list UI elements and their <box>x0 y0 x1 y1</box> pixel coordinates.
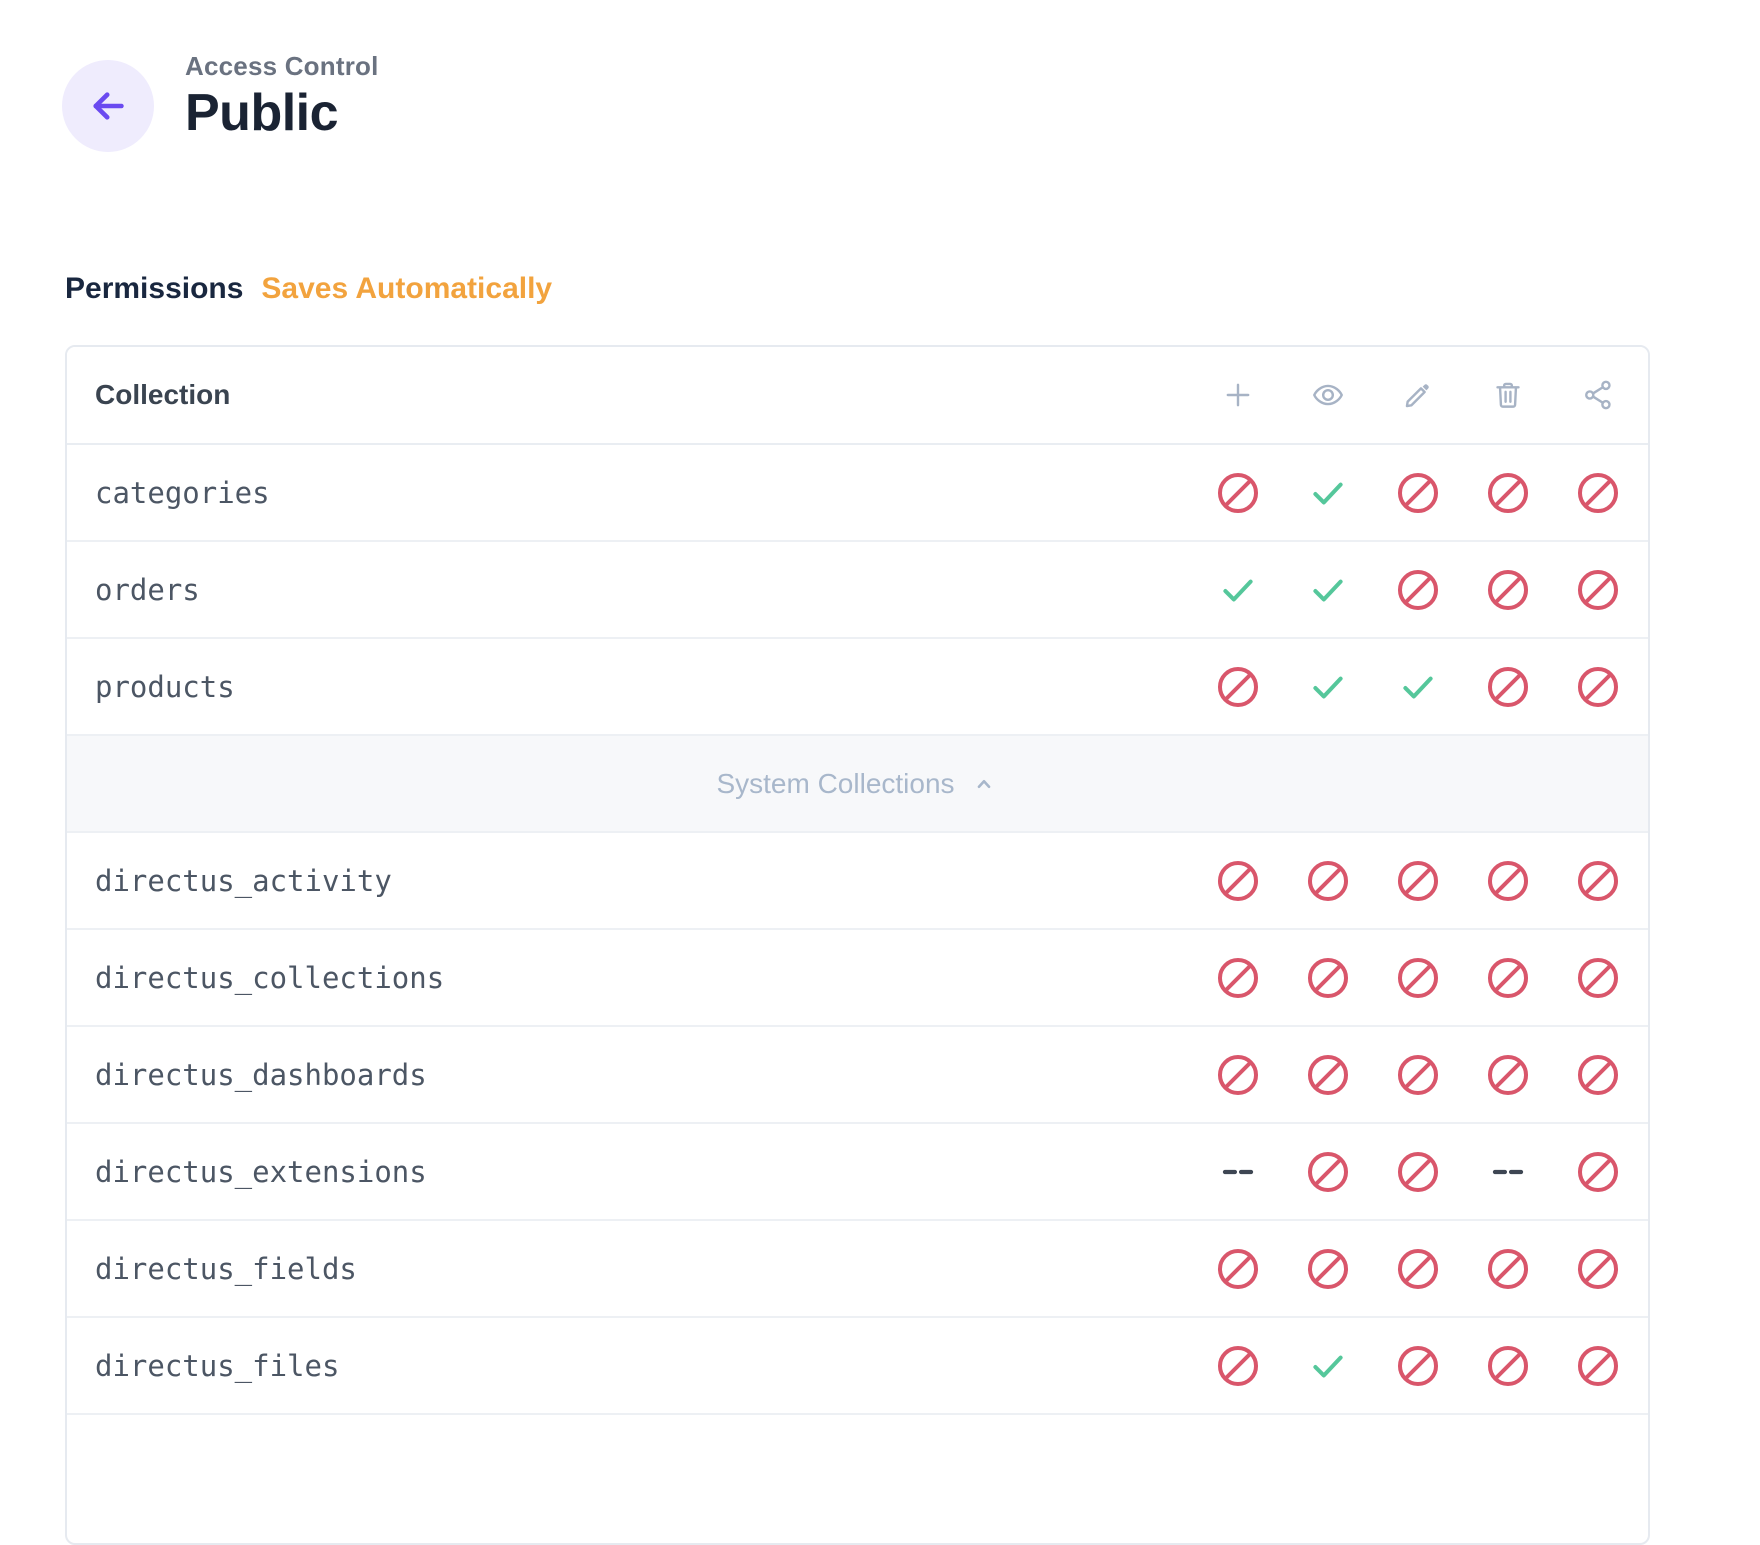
block-icon[interactable] <box>1283 1123 1373 1220</box>
perm-cells <box>1193 1317 1643 1414</box>
block-icon[interactable] <box>1553 541 1643 638</box>
eye-icon <box>1283 346 1373 444</box>
block-icon[interactable] <box>1283 1026 1373 1123</box>
block-icon[interactable] <box>1463 929 1553 1026</box>
perm-cells <box>1193 638 1643 735</box>
table-row: categories <box>67 445 1648 542</box>
collection-name: directus_dashboards <box>95 1058 1193 1092</box>
block-icon[interactable] <box>1373 1026 1463 1123</box>
block-icon[interactable] <box>1553 1123 1643 1220</box>
perm-cells <box>1193 1026 1643 1123</box>
page-header: Access Control Public <box>62 50 379 152</box>
trash-icon <box>1463 346 1553 444</box>
block-icon[interactable] <box>1553 444 1643 541</box>
permissions-table: Collection <box>65 345 1650 1545</box>
action-column-headers <box>1193 346 1643 444</box>
check-icon[interactable] <box>1373 638 1463 735</box>
block-icon[interactable] <box>1373 444 1463 541</box>
check-icon[interactable] <box>1283 444 1373 541</box>
plus-icon <box>1193 346 1283 444</box>
block-icon[interactable] <box>1373 929 1463 1026</box>
collection-name: directus_collections <box>95 961 1193 995</box>
pencil-icon <box>1373 346 1463 444</box>
block-icon[interactable] <box>1193 444 1283 541</box>
block-icon[interactable] <box>1373 541 1463 638</box>
check-icon[interactable] <box>1283 1317 1373 1414</box>
table-row: directus_extensions <box>67 1124 1648 1221</box>
collection-name: categories <box>95 476 1193 510</box>
block-icon[interactable] <box>1463 638 1553 735</box>
collection-name: products <box>95 670 1193 704</box>
breadcrumb: Access Control <box>185 50 379 82</box>
block-icon[interactable] <box>1553 1317 1643 1414</box>
perm-cells <box>1193 832 1643 929</box>
permissions-heading: Permissions Saves Automatically <box>65 272 552 306</box>
share-icon <box>1553 346 1643 444</box>
block-icon[interactable] <box>1193 1026 1283 1123</box>
table-row: directus_dashboards <box>67 1027 1648 1124</box>
arrow-left-icon <box>85 83 131 129</box>
block-icon[interactable] <box>1463 1220 1553 1317</box>
collection-name: directus_activity <box>95 864 1193 898</box>
table-row: directus_fields <box>67 1221 1648 1318</box>
table-row: orders <box>67 542 1648 639</box>
collection-column-header: Collection <box>95 379 1193 411</box>
perm-cells <box>1193 541 1643 638</box>
block-icon[interactable] <box>1463 1026 1553 1123</box>
block-icon[interactable] <box>1193 1317 1283 1414</box>
block-icon[interactable] <box>1193 1220 1283 1317</box>
block-icon[interactable] <box>1193 638 1283 735</box>
block-icon[interactable] <box>1553 638 1643 735</box>
system-collections-label: System Collections <box>716 768 954 800</box>
table-row: directus_files <box>67 1318 1648 1415</box>
check-icon[interactable] <box>1283 638 1373 735</box>
block-icon[interactable] <box>1373 1317 1463 1414</box>
dash-icon[interactable] <box>1193 1123 1283 1220</box>
block-icon[interactable] <box>1463 541 1553 638</box>
table-row: directus_activity <box>67 833 1648 930</box>
block-icon[interactable] <box>1463 832 1553 929</box>
collection-name: directus_fields <box>95 1252 1193 1286</box>
block-icon[interactable] <box>1283 929 1373 1026</box>
block-icon[interactable] <box>1463 1317 1553 1414</box>
block-icon[interactable] <box>1553 832 1643 929</box>
block-icon[interactable] <box>1193 832 1283 929</box>
table-body: categories orders products System Collec… <box>67 445 1648 1415</box>
title-block: Access Control Public <box>185 50 379 142</box>
check-icon[interactable] <box>1193 541 1283 638</box>
block-icon[interactable] <box>1193 929 1283 1026</box>
table-row: directus_collections <box>67 930 1648 1027</box>
perm-cells <box>1193 1123 1643 1220</box>
collection-name: orders <box>95 573 1193 607</box>
block-icon[interactable] <box>1373 1220 1463 1317</box>
table-row: products <box>67 639 1648 736</box>
perm-cells <box>1193 929 1643 1026</box>
back-button[interactable] <box>62 60 154 152</box>
block-icon[interactable] <box>1553 929 1643 1026</box>
block-icon[interactable] <box>1283 832 1373 929</box>
system-collections-toggle[interactable]: System Collections <box>67 736 1648 833</box>
table-header-row: Collection <box>67 347 1648 445</box>
dash-icon[interactable] <box>1463 1123 1553 1220</box>
chevron-up-icon <box>969 769 999 799</box>
collection-name: directus_extensions <box>95 1155 1193 1189</box>
block-icon[interactable] <box>1373 1123 1463 1220</box>
autosave-note: Saves Automatically <box>261 272 552 306</box>
page-title: Public <box>185 84 379 142</box>
permissions-label: Permissions <box>65 272 243 306</box>
perm-cells <box>1193 1220 1643 1317</box>
block-icon[interactable] <box>1553 1026 1643 1123</box>
block-icon[interactable] <box>1373 832 1463 929</box>
block-icon[interactable] <box>1553 1220 1643 1317</box>
collection-name: directus_files <box>95 1349 1193 1383</box>
block-icon[interactable] <box>1283 1220 1373 1317</box>
perm-cells <box>1193 444 1643 541</box>
check-icon[interactable] <box>1283 541 1373 638</box>
block-icon[interactable] <box>1463 444 1553 541</box>
